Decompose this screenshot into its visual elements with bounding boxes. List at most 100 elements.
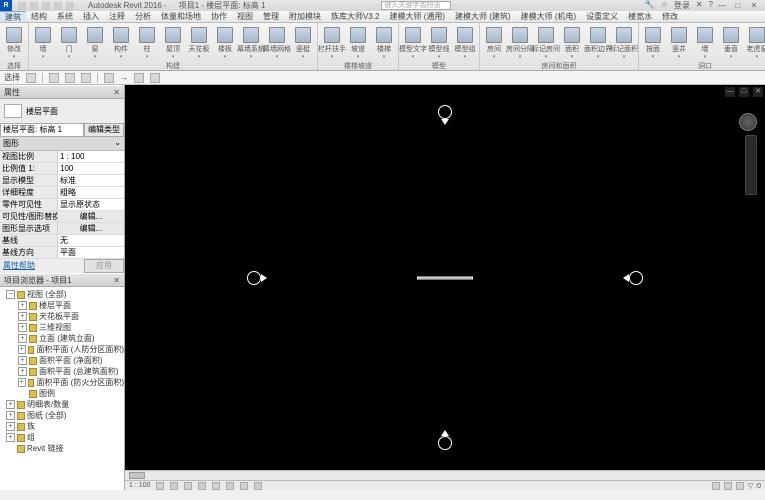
- ribbon-tab[interactable]: 协作: [206, 11, 232, 22]
- ribbon-button[interactable]: 楼梯▾: [372, 24, 396, 62]
- ribbon-button[interactable]: 标记面积▾: [612, 24, 636, 62]
- ribbon-tab[interactable]: 系统: [52, 11, 78, 22]
- view-maximize-icon[interactable]: □: [739, 87, 749, 97]
- qat-save-icon[interactable]: [30, 2, 38, 10]
- ribbon-button[interactable]: 楼板▾: [213, 24, 237, 62]
- tree-toggle-icon[interactable]: +: [18, 323, 27, 332]
- ribbon-tab[interactable]: 分析: [130, 11, 156, 22]
- tree-toggle-icon[interactable]: +: [18, 301, 27, 310]
- ribbon-button[interactable]: 墙▾: [693, 24, 717, 62]
- ribbon-tab[interactable]: 管理: [258, 11, 284, 22]
- ribbon-button[interactable]: 垂直▾: [719, 24, 743, 62]
- category-collapse-icon[interactable]: ⌄: [114, 138, 121, 149]
- tree-node[interactable]: +明细表/数量: [0, 399, 124, 410]
- ribbon-button[interactable]: 坡道▾: [346, 24, 370, 62]
- ribbon-button[interactable]: 竖梃▾: [291, 24, 315, 62]
- tree-toggle-icon[interactable]: +: [6, 422, 15, 431]
- ribbon-button[interactable]: 标记房间▾: [534, 24, 558, 62]
- property-value-cell[interactable]: 显示原状态: [58, 199, 124, 210]
- tree-node[interactable]: +图纸 (全部): [0, 410, 124, 421]
- scrollbar-thumb[interactable]: [129, 472, 145, 479]
- elevation-marker-south[interactable]: [436, 434, 454, 452]
- ribbon-button[interactable]: 构件▾: [109, 24, 133, 62]
- ribbon-button[interactable]: 幕墙网格▾: [265, 24, 289, 62]
- minimize-button[interactable]: —: [717, 1, 727, 10]
- horizontal-scrollbar[interactable]: [125, 470, 765, 480]
- view-minimize-icon[interactable]: —: [725, 87, 735, 97]
- login-button[interactable]: ☆: [661, 0, 668, 11]
- drawing-viewport[interactable]: — □ ✕: [125, 85, 765, 470]
- help-icon[interactable]: ?: [709, 0, 713, 11]
- maximize-button[interactable]: □: [733, 1, 743, 10]
- detail-level-icon[interactable]: [156, 482, 164, 490]
- ribbon-tab[interactable]: 注释: [104, 11, 130, 22]
- ribbon-button[interactable]: 栏杆扶手▾: [320, 24, 344, 62]
- tree-toggle-icon[interactable]: +: [18, 367, 27, 376]
- scale-display[interactable]: 1 : 100: [129, 482, 150, 489]
- tree-toggle-icon[interactable]: +: [6, 411, 15, 420]
- property-value-cell[interactable]: 标准: [58, 175, 124, 186]
- design-options-icon[interactable]: [724, 482, 732, 490]
- properties-category-header[interactable]: 图形 ⌄: [0, 137, 124, 151]
- properties-apply-button[interactable]: 应用: [84, 259, 124, 273]
- property-value-cell[interactable]: 无: [58, 235, 124, 246]
- shadows-icon[interactable]: [198, 482, 206, 490]
- optbar-filter-icon[interactable]: [150, 73, 160, 83]
- optbar-tool-3-icon[interactable]: [65, 73, 75, 83]
- property-edit-button[interactable]: 编辑...: [58, 223, 124, 234]
- properties-close-icon[interactable]: ✕: [113, 86, 120, 98]
- ribbon-button[interactable]: 模型线▾: [427, 24, 451, 62]
- elevation-marker-east[interactable]: [627, 269, 645, 287]
- ribbon-button[interactable]: 窗▾: [83, 24, 107, 62]
- property-value-cell[interactable]: 1 : 100: [58, 151, 124, 162]
- tree-node[interactable]: +三维视图: [0, 322, 124, 333]
- type-selector-combo[interactable]: 楼层平面: 标高 1: [0, 123, 84, 137]
- qat-print-icon[interactable]: [66, 2, 74, 10]
- tree-node[interactable]: +组: [0, 432, 124, 443]
- ribbon-tab[interactable]: 修改: [657, 11, 683, 22]
- edit-type-button[interactable]: 编辑类型: [84, 123, 124, 137]
- properties-type-preview[interactable]: 楼层平面: [0, 99, 124, 123]
- property-edit-button[interactable]: 编辑...: [58, 211, 124, 222]
- ribbon-button[interactable]: 柱▾: [135, 24, 159, 62]
- tree-node[interactable]: +族: [0, 421, 124, 432]
- ribbon-tab[interactable]: 附加模块: [284, 11, 326, 22]
- tree-toggle-icon[interactable]: −: [6, 290, 15, 299]
- sun-path-icon[interactable]: [184, 482, 192, 490]
- crop-view-icon[interactable]: [212, 482, 220, 490]
- tree-node[interactable]: +天花板平面: [0, 311, 124, 322]
- elevation-marker-north[interactable]: [436, 103, 454, 121]
- optbar-tool-2-icon[interactable]: [49, 73, 59, 83]
- tree-node[interactable]: +楼层平面: [0, 300, 124, 311]
- tree-root-node[interactable]: −视图 (全部): [0, 289, 124, 300]
- tree-toggle-icon[interactable]: +: [18, 345, 26, 354]
- qat-undo-icon[interactable]: [42, 2, 50, 10]
- subscription-icon[interactable]: 🔧: [645, 0, 655, 11]
- hide-isolate-icon[interactable]: [240, 482, 248, 490]
- model-element-floor[interactable]: [417, 276, 473, 279]
- infocenter-search-input[interactable]: 键入关键字或短语: [381, 1, 451, 10]
- close-button[interactable]: ✕: [749, 1, 759, 10]
- ribbon-tab[interactable]: 族库大师V3.2: [326, 11, 384, 22]
- tree-node[interactable]: Revit 链接: [0, 443, 124, 454]
- ribbon-button[interactable]: 幕墙系统▾: [239, 24, 263, 62]
- login-label[interactable]: 登录: [674, 0, 690, 11]
- optbar-measure-icon[interactable]: [104, 73, 114, 83]
- tree-toggle-icon[interactable]: +: [18, 312, 27, 321]
- ribbon-button[interactable]: 老虎窗▾: [745, 24, 765, 62]
- tree-toggle-icon[interactable]: +: [18, 378, 26, 387]
- tree-toggle-icon[interactable]: +: [18, 334, 27, 343]
- optbar-dim-icon[interactable]: [134, 73, 144, 83]
- selection-filter-icon[interactable]: [736, 482, 744, 490]
- ribbon-button[interactable]: 面积▾: [560, 24, 584, 62]
- ribbon-tab[interactable]: 体量和场地: [156, 11, 206, 22]
- property-value-cell[interactable]: 粗略: [58, 187, 124, 198]
- exchange-icon[interactable]: ✕: [696, 0, 703, 11]
- ribbon-tab[interactable]: 建模大师 (建筑): [450, 11, 516, 22]
- ribbon-tab[interactable]: 建模大师 (通用): [384, 11, 450, 22]
- ribbon-button[interactable]: 天花板▾: [187, 24, 211, 62]
- worksharing-icon[interactable]: [712, 482, 720, 490]
- ribbon-button[interactable]: 墙▾: [31, 24, 55, 62]
- tree-node[interactable]: +立面 (建筑立面): [0, 333, 124, 344]
- tree-node[interactable]: +面积平面 (总建筑面积): [0, 366, 124, 377]
